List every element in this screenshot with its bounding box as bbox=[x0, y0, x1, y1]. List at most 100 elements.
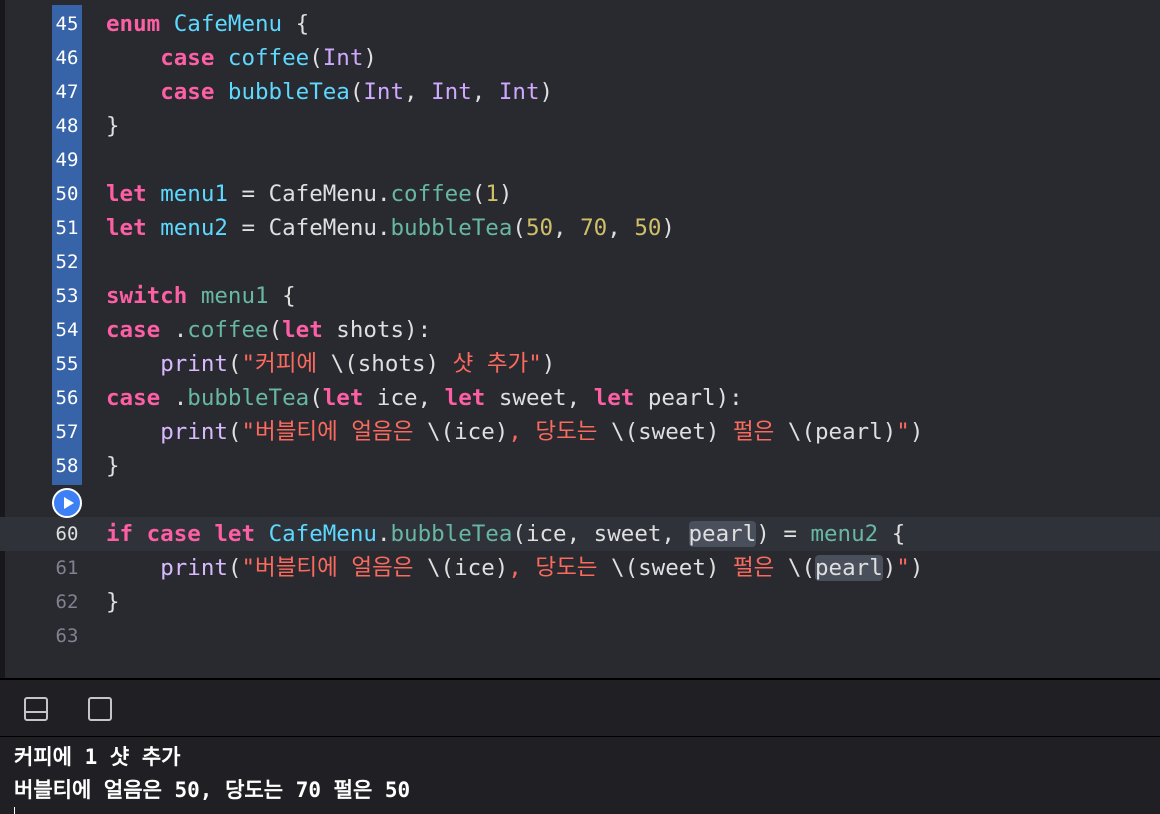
line-number[interactable]: 55 bbox=[52, 347, 82, 381]
line-number[interactable]: 49 bbox=[52, 143, 82, 177]
line-number[interactable]: 45 bbox=[52, 7, 82, 41]
code-line[interactable]: 63 bbox=[0, 619, 1160, 653]
code-token: if bbox=[106, 521, 134, 547]
code-token: } bbox=[106, 589, 120, 615]
line-number[interactable]: 56 bbox=[52, 381, 82, 415]
code-token: case bbox=[146, 521, 201, 547]
code-line[interactable] bbox=[0, 483, 1160, 517]
code-token: "커피에 bbox=[241, 351, 331, 377]
code-line[interactable]: 55 print("커피에 \(shots) 샷 추가") bbox=[0, 347, 1160, 381]
code-token: menu2 bbox=[810, 521, 879, 547]
code-line[interactable]: 49 bbox=[0, 143, 1160, 177]
code-token: ( bbox=[227, 555, 242, 581]
code-line[interactable]: 50 let menu1 = CafeMenu.coffee(1) bbox=[0, 177, 1160, 211]
code-token: let bbox=[322, 385, 364, 411]
code-line[interactable]: 45 enum CafeMenu { bbox=[0, 7, 1160, 41]
code-token: let bbox=[106, 181, 147, 207]
code-line[interactable]: 57 print("버블티에 얼음은 \(ice), 당도는 \(sweet) … bbox=[0, 415, 1160, 449]
code-text[interactable]: } bbox=[106, 449, 120, 483]
code-token: menu2 bbox=[160, 215, 228, 241]
code-line[interactable]: 61 print("버블티에 얼음은 \(ice), 당도는 \(sweet) … bbox=[0, 551, 1160, 585]
code-token: case bbox=[106, 317, 161, 343]
code-text[interactable]: if case let CafeMenu.bubbleTea(ice, swee… bbox=[106, 517, 905, 551]
code-text[interactable]: case bubbleTea(Int, Int, Int) bbox=[106, 75, 553, 109]
code-token: , 당도는 bbox=[508, 419, 612, 445]
code-token: 1 bbox=[485, 181, 499, 207]
line-number[interactable]: 47 bbox=[52, 75, 82, 109]
square-icon[interactable] bbox=[88, 697, 112, 721]
code-line[interactable]: 58} bbox=[0, 449, 1160, 483]
code-token: 50 bbox=[525, 215, 554, 241]
code-token: ( bbox=[349, 79, 364, 105]
code-line[interactable]: 46 case coffee(Int) bbox=[0, 41, 1160, 75]
code-token: } bbox=[106, 113, 120, 139]
code-line[interactable]: 60 if case let CafeMenu.bubbleTea(ice, sw… bbox=[0, 517, 1160, 551]
code-line[interactable]: 56 case .bubbleTea(let ice, let sweet, le… bbox=[0, 381, 1160, 415]
line-number[interactable]: 53 bbox=[52, 279, 82, 313]
line-number[interactable]: 57 bbox=[52, 415, 82, 449]
code-text[interactable]: print("버블티에 얼음은 \(ice), 당도는 \(sweet) 펄은 … bbox=[106, 415, 923, 449]
code-token: \(ice) bbox=[427, 419, 509, 445]
line-number[interactable]: 54 bbox=[52, 313, 82, 347]
line-number[interactable]: 58 bbox=[52, 449, 82, 483]
code-line[interactable]: 52 bbox=[0, 245, 1160, 279]
code-line[interactable]: 54 case .coffee(let shots): bbox=[0, 313, 1160, 347]
code-token: let bbox=[593, 385, 635, 411]
code-text[interactable]: let menu1 = CafeMenu.coffee(1) bbox=[106, 177, 512, 211]
code-token: ( bbox=[227, 419, 242, 445]
code-token: { bbox=[878, 521, 906, 547]
code-token: print bbox=[160, 351, 228, 377]
code-text[interactable]: } bbox=[106, 585, 120, 619]
code-token: . bbox=[376, 215, 391, 241]
code-token: Int bbox=[363, 79, 405, 105]
line-number[interactable]: 60 bbox=[52, 517, 82, 551]
code-text[interactable]: case coffee(Int) bbox=[106, 41, 377, 75]
line-number[interactable]: 50 bbox=[52, 177, 82, 211]
code-token: { bbox=[268, 283, 296, 309]
code-text[interactable]: let menu2 = CafeMenu.bubbleTea(50, 70, 5… bbox=[106, 211, 675, 245]
code-line[interactable]: 47 case bubbleTea(Int, Int, Int) bbox=[0, 75, 1160, 109]
code-token: ( bbox=[309, 45, 323, 71]
line-number[interactable]: 52 bbox=[52, 245, 82, 279]
code-editor[interactable]: 45 enum CafeMenu {46 case coffee(Int) 47 c… bbox=[0, 0, 1160, 678]
code-text[interactable]: case .bubbleTea(let ice, let sweet, let … bbox=[106, 381, 743, 415]
code-token: ) bbox=[909, 555, 924, 581]
code-token: CafeMenu bbox=[268, 215, 377, 241]
code-line[interactable]: 48} bbox=[0, 109, 1160, 143]
line-number[interactable]: 51 bbox=[52, 211, 82, 245]
code-token: enum bbox=[106, 11, 161, 37]
code-text[interactable]: print("커피에 \(shots) 샷 추가") bbox=[106, 347, 555, 381]
code-token: . bbox=[160, 317, 188, 343]
code-token: \(pearl) bbox=[787, 419, 897, 445]
code-text[interactable]: enum CafeMenu { bbox=[106, 7, 309, 41]
code-token: \(sweet) bbox=[611, 555, 720, 581]
code-text[interactable]: } bbox=[106, 109, 120, 143]
console-output[interactable]: 커피에 1 샷 추가 버블티에 얼음은 50, 당도는 70 펄은 50 bbox=[0, 737, 1160, 814]
code-token: "버블티에 얼음은 bbox=[241, 555, 428, 581]
code-token: ( bbox=[268, 317, 283, 343]
code-line[interactable]: 51 let menu2 = CafeMenu.bubbleTea(50, 70,… bbox=[0, 211, 1160, 245]
console-cursor bbox=[14, 807, 15, 814]
code-line[interactable]: 62} bbox=[0, 585, 1160, 619]
line-number[interactable]: 46 bbox=[52, 41, 82, 75]
run-to-line-button[interactable] bbox=[52, 488, 82, 518]
line-number[interactable]: 62 bbox=[52, 585, 82, 619]
code-token: bubbleTea bbox=[187, 385, 310, 411]
code-line[interactable]: 53 switch menu1 { bbox=[0, 279, 1160, 313]
code-token: , bbox=[404, 79, 432, 105]
panel-bottom-icon[interactable] bbox=[24, 697, 48, 721]
line-number[interactable]: 48 bbox=[52, 109, 82, 143]
line-number[interactable]: 63 bbox=[52, 619, 82, 653]
code-token: , bbox=[607, 215, 635, 241]
code-text[interactable]: switch menu1 { bbox=[106, 279, 296, 313]
code-text[interactable]: print("버블티에 얼음은 \(ice), 당도는 \(sweet) 펄은 … bbox=[106, 551, 923, 585]
code-text[interactable]: case .coffee(let shots): bbox=[106, 313, 431, 347]
line-number[interactable]: 61 bbox=[52, 551, 82, 585]
console-line: 커피에 1 샷 추가 bbox=[14, 745, 181, 769]
